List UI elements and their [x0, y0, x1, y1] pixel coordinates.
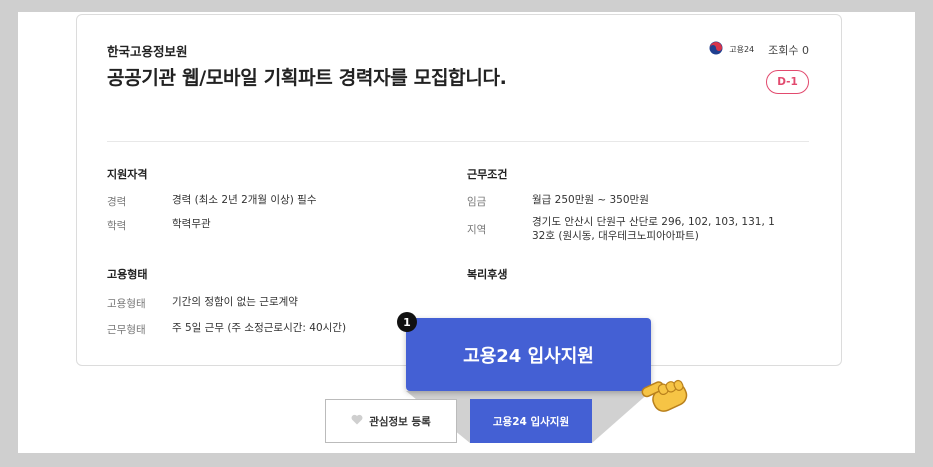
add-favorite-button[interactable]: 관심정보 등록: [325, 399, 457, 443]
step-number-badge: 1: [397, 312, 417, 332]
callout-shadow: [406, 391, 651, 443]
heart-icon: [351, 414, 363, 428]
add-favorite-label: 관심정보 등록: [369, 415, 431, 428]
apply-button[interactable]: 고용24 입사지원: [470, 399, 592, 443]
pointing-hand-icon: [640, 362, 698, 424]
apply-button-callout[interactable]: 고용24 입사지원: [406, 318, 651, 391]
